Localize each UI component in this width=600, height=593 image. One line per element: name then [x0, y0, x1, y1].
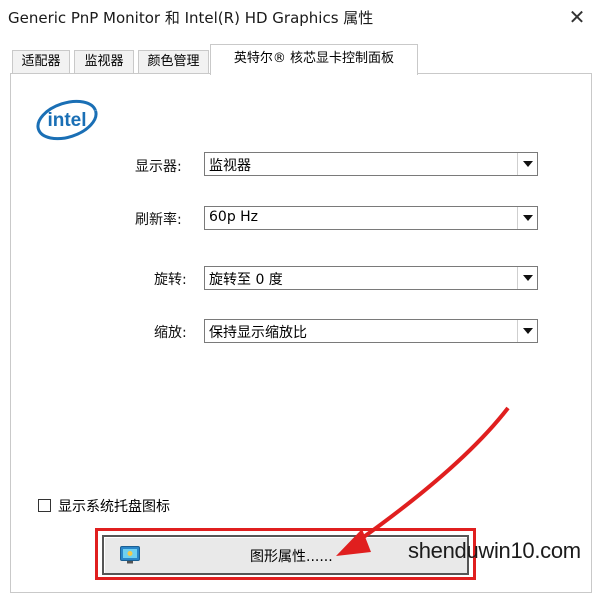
- refresh-rate-label: 刷新率:: [135, 212, 182, 228]
- title-bar: Generic PnP Monitor 和 Intel(R) HD Graphi…: [0, 0, 600, 36]
- tab-adapter[interactable]: 适配器: [12, 50, 70, 74]
- close-icon: ✕: [568, 5, 586, 29]
- tab-label: 英特尔® 核芯显卡控制面板: [233, 51, 395, 66]
- window-title: Generic PnP Monitor 和 Intel(R) HD Graphi…: [8, 9, 374, 27]
- chevron-down-icon[interactable]: [517, 207, 537, 229]
- chevron-down-icon[interactable]: [517, 153, 537, 175]
- tab-intel-control-panel[interactable]: 英特尔® 核芯显卡控制面板: [210, 44, 418, 75]
- scaling-select[interactable]: 保持显示缩放比: [204, 319, 538, 343]
- display-settings-icon: [120, 546, 140, 564]
- scaling-select-value: 保持显示缩放比: [209, 325, 307, 341]
- graphics-properties-label: 图形属性......: [250, 549, 333, 565]
- display-select[interactable]: 监视器: [204, 152, 538, 176]
- tab-label: 颜色管理: [147, 54, 200, 69]
- tab-strip: 适配器 监视器 颜色管理 英特尔® 核芯显卡控制面板: [0, 44, 600, 75]
- display-select-value: 监视器: [209, 158, 251, 174]
- watermark: shenduwin10.com: [408, 538, 581, 563]
- tab-color-management[interactable]: 颜色管理: [138, 50, 209, 74]
- refresh-rate-select[interactable]: 60p Hz: [204, 206, 538, 230]
- display-label: 显示器:: [135, 159, 182, 175]
- rotation-select[interactable]: 旋转至 0 度: [204, 266, 538, 290]
- chevron-down-icon[interactable]: [517, 267, 537, 289]
- tab-monitor[interactable]: 监视器: [74, 50, 134, 74]
- scaling-label: 缩放:: [154, 325, 187, 341]
- rotation-select-value: 旋转至 0 度: [209, 272, 283, 288]
- show-tray-icon-label: 显示系统托盘图标: [58, 499, 170, 515]
- rotation-label: 旋转:: [154, 272, 187, 288]
- intel-logo-text: intel: [47, 110, 86, 131]
- show-tray-icon-checkbox[interactable]: [38, 499, 51, 512]
- tab-label: 适配器: [21, 54, 61, 69]
- refresh-rate-select-value: 60p Hz: [209, 209, 259, 225]
- intel-logo: intel: [36, 99, 98, 141]
- chevron-down-icon[interactable]: [517, 320, 537, 342]
- tab-label: 监视器: [84, 54, 124, 69]
- close-button[interactable]: ✕: [554, 0, 600, 34]
